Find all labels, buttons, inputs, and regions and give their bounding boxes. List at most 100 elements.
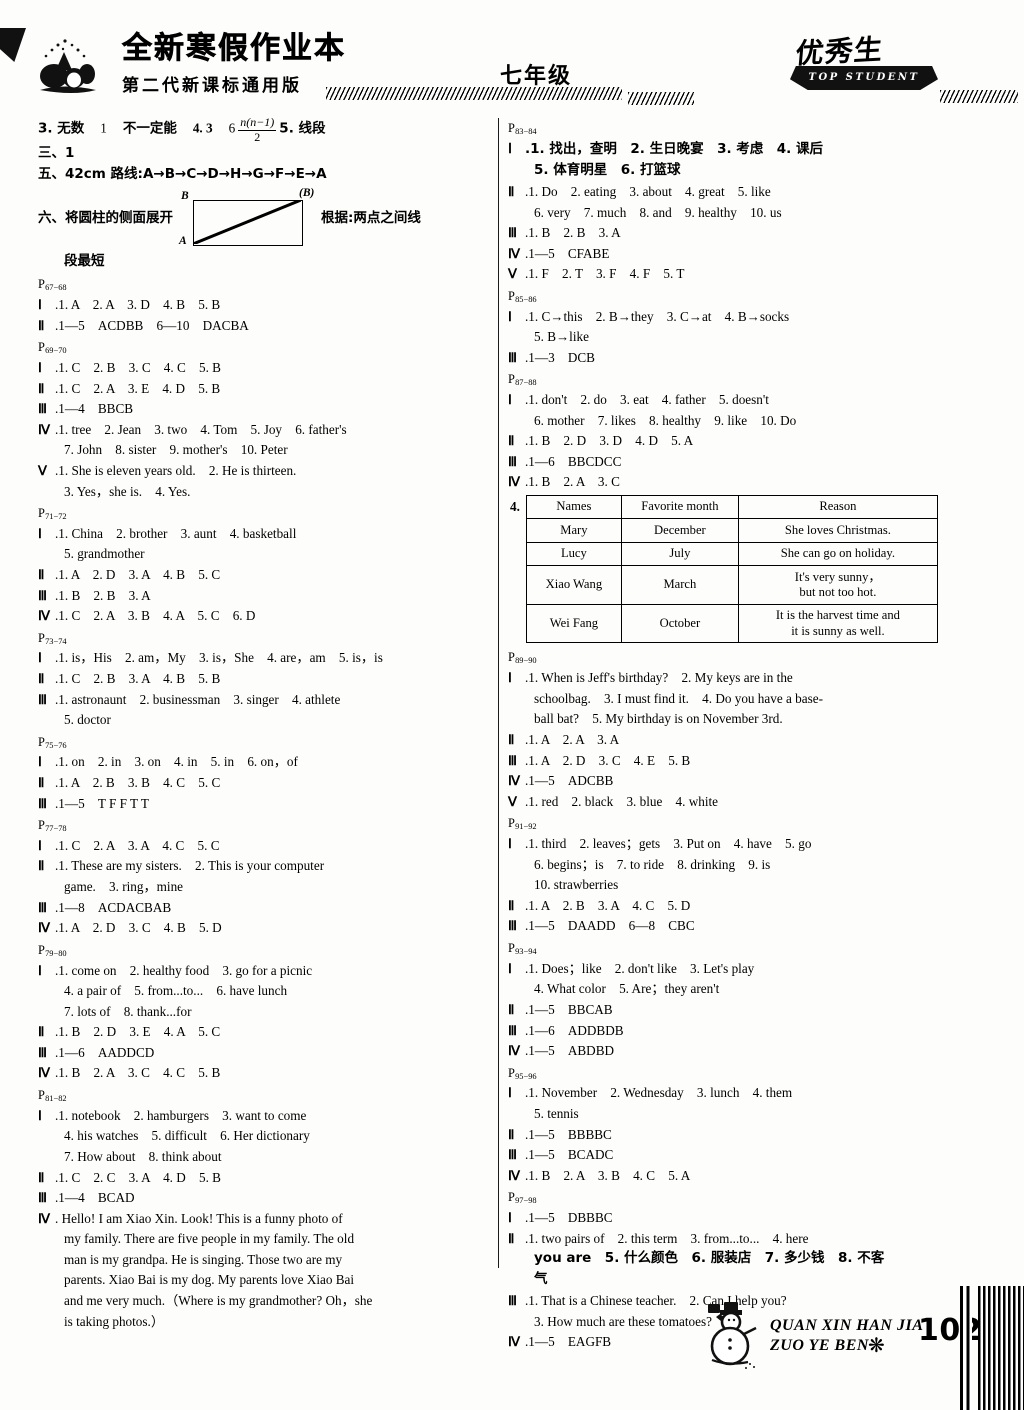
answer-text: .1—5 BCADC <box>525 1147 614 1163</box>
answer-line: Ⅱ .1. These are my sisters. 2. This is yo… <box>38 856 490 875</box>
answer-line: Ⅳ .1. B 2. A 3. B 4. C 5. A <box>508 1166 970 1185</box>
answer-text: 7. John 8. sister 9. mother's 10. Peter <box>64 442 288 458</box>
fraction-numerator: n(n−1) <box>238 115 277 131</box>
answer-text: .1. 找出，查明 2. 生日晚宴 3. 考虑 4. 课后 <box>525 140 824 157</box>
answer-text: .1—6 ADDBDB <box>525 1022 624 1038</box>
roman-numeral-label: Ⅲ <box>508 349 518 365</box>
header-hatch-band-mid <box>628 92 694 105</box>
answer-text: .1—5 T F F T T <box>55 795 149 811</box>
page-range-label: P77−78 <box>38 816 490 835</box>
answer-text: .1—6 BBCDCC <box>525 453 622 469</box>
left-answer-sections: P67−68 Ⅰ .1. A 2. A 3. D 4. B 5. B Ⅱ .1—5 AC… <box>38 275 490 1331</box>
answer-line: Ⅲ .1—5 T F F T T <box>38 794 490 813</box>
answer-text: .1. Does；like 2. don't like 3. Let's pla… <box>525 960 755 976</box>
answer-text: 7. How about 8. think about <box>64 1148 222 1164</box>
page-range-numbers: 97−98 <box>515 1196 537 1206</box>
answer-text: .1. B 2. D 3. E 4. A 5. C <box>55 1024 221 1040</box>
answer-line: Ⅳ .1—5 ADCBB <box>508 771 970 790</box>
roman-numeral-label: Ⅴ <box>508 793 518 809</box>
answer-text: .1—8 ACDACBAB <box>55 899 172 915</box>
answer-line: Ⅳ. Hello! I am Xiao Xin. Look! This is a… <box>38 1209 490 1228</box>
answer-line: you are 5. 什么颜色 6. 服装店 7. 多少钱 8. 不客 <box>508 1249 970 1269</box>
table-header-row: Names Favorite month Reason <box>525 494 938 520</box>
answer-line: Ⅳ .1. A 2. D 3. C 4. B 5. D <box>38 918 490 937</box>
answer-line: Ⅰ .1. 找出，查明 2. 生日晚宴 3. 考虑 4. 课后 <box>508 139 970 160</box>
answer-text: .1. B 2. A 3. C 4. C 5. B <box>55 1065 221 1081</box>
table-header-cell: Favorite month <box>620 494 739 520</box>
answer-line: Ⅰ .1. third 2. leaves；gets 3. Put on 4. h… <box>508 834 970 853</box>
table-header-cell: Names <box>525 494 622 520</box>
page-range-label: P97−98 <box>508 1188 970 1207</box>
page-range-numbers: 69−70 <box>45 346 67 356</box>
answer-text: my family. There are five people in my f… <box>64 1231 355 1247</box>
answer-line: Ⅱ .1. C 2. C 3. A 4. D 5. B <box>38 1168 490 1187</box>
answer-line: game. 3. ring，mine <box>38 877 490 896</box>
roman-numeral-label: Ⅲ <box>508 225 518 241</box>
diagram-diagonal <box>193 200 301 245</box>
snowflake-icon: ❋ <box>868 1335 885 1357</box>
roman-numeral-label: Ⅱ <box>508 897 515 913</box>
roman-numeral-label: Ⅴ <box>38 462 48 478</box>
roman-numeral-label: Ⅱ <box>38 671 45 686</box>
grade-label: 七年级 <box>500 64 573 89</box>
answer-text: .1. is，His 2. am，My 3. is，She 4. are，am … <box>55 650 383 666</box>
answer-line: Ⅰ .1. don't 2. do 3. eat 4. father 5. doe… <box>508 390 970 409</box>
answer-text: .1. red 2. black 3. blue 4. white <box>525 793 719 809</box>
answer-text: 10. strawberries <box>534 877 619 893</box>
math-section-six: 六、将圆柱的侧面展开 B (B) A 根据:两点之间线 <box>38 187 490 251</box>
roman-numeral-label: Ⅳ <box>38 1210 51 1226</box>
roman-numeral-label: Ⅳ <box>38 421 51 437</box>
header-hatch-band-right <box>940 90 1018 103</box>
answer-text: ball bat? 5. My birthday is on November … <box>534 711 783 727</box>
answer-text: .1. A 2. B 3. A 4. C 5. D <box>525 897 691 913</box>
table-cell: She loves Christmas. <box>737 518 938 543</box>
answer-line: Ⅲ .1. A 2. D 3. C 4. E 5. B <box>508 751 970 770</box>
answer-line: Ⅴ .1. red 2. black 3. blue 4. white <box>508 792 970 811</box>
page-range-numbers: 75−76 <box>45 740 67 750</box>
answer-line: Ⅲ .1—6 BBCDCC <box>508 452 970 471</box>
roman-numeral-label: Ⅳ <box>508 1167 521 1183</box>
roman-numeral-label: Ⅱ <box>38 317 45 333</box>
answer-line: 6. mother 7. likes 8. healthy 9. like 10… <box>508 411 970 430</box>
roman-numeral-label: Ⅰ <box>508 1209 512 1225</box>
answer-line: Ⅳ .1. B 2. A 3. C <box>508 472 970 491</box>
answer-line: Ⅲ .1—5 BCADC <box>508 1145 970 1164</box>
answer-text: .1. B 2. A 3. B 4. C 5. A <box>525 1167 691 1183</box>
roman-numeral-label: Ⅰ <box>38 837 42 853</box>
answer-line: 10. strawberries <box>508 875 970 894</box>
page-range-numbers: 81−82 <box>45 1093 67 1103</box>
math-item-3-v1: 1 <box>100 120 107 136</box>
answer-text: 3. Yes，she is. 4. Yes. <box>64 483 191 499</box>
favorite-month-table: Names Favorite month Reason Mary December She… <box>525 494 938 644</box>
answer-line: 3. Yes，she is. 4. Yes. <box>38 482 490 501</box>
answer-text: .1. China 2. brother 3. aunt 4. basketba… <box>55 525 297 541</box>
answer-line: 7. How about 8. think about <box>38 1147 490 1166</box>
roman-numeral-label: Ⅳ <box>38 1065 51 1081</box>
answer-line: 5. grandmother <box>38 544 490 563</box>
roman-numeral-label: Ⅰ <box>508 670 512 686</box>
logo-ribbon: TOP STUDENT <box>790 66 938 90</box>
cylinder-unfold-diagram: B (B) A <box>177 187 317 251</box>
roman-numeral-label: Ⅲ <box>38 691 48 707</box>
roman-numeral-label: Ⅲ <box>38 1190 48 1206</box>
answer-text: 5. grandmother <box>64 546 145 562</box>
answer-line: Ⅱ .1. A 2. D 3. A 4. B 5. C <box>38 565 490 584</box>
answer-line: Ⅱ .1. A 2. B 3. B 4. C 5. C <box>38 773 490 792</box>
answer-text: 4. his watches 5. difficult 6. Her dicti… <box>64 1128 310 1144</box>
answer-text: .1. C 2. A 3. A 4. C 5. C <box>55 837 220 853</box>
answer-line: 5. doctor <box>38 710 490 729</box>
diagram-label-b-top: B <box>181 190 189 203</box>
roman-numeral-label: Ⅰ <box>508 308 512 324</box>
answer-line: Ⅰ .1. A 2. A 3. D 4. B 5. B <box>38 295 490 314</box>
snowman-icon <box>708 1302 757 1369</box>
answer-line: Ⅱ .1. Do 2. eating 3. about 4. great 5. l… <box>508 182 970 201</box>
answer-text: .1. November 2. Wednesday 3. lunch 4. th… <box>525 1085 793 1101</box>
answer-text: .1. A 2. A 3. D 4. B 5. B <box>55 297 221 313</box>
answer-line: 4. What color 5. Are；they aren't <box>508 979 970 998</box>
answer-text: .1—5 ABDBD <box>525 1043 615 1059</box>
answer-text: .1. C 2. A 3. B 4. A 5. C 6. D <box>55 608 256 624</box>
table-row: Wei Fang October It is the harvest time an… <box>525 603 938 644</box>
page-range-label: P89−90 <box>508 648 970 667</box>
answer-text: .1. A 2. D 3. C 4. B 5. D <box>55 920 222 936</box>
math-section-six-text-b: 根据:两点之间线 <box>321 210 421 227</box>
